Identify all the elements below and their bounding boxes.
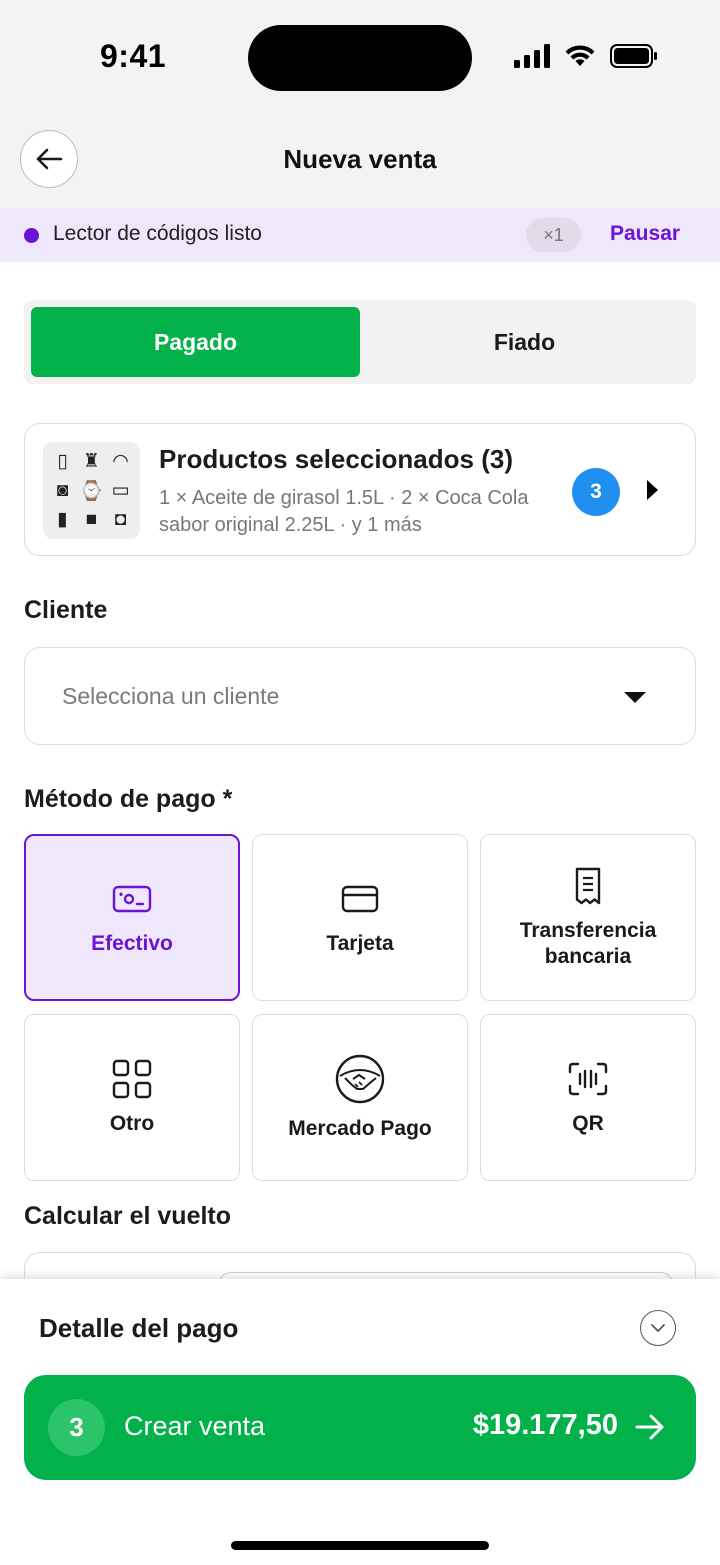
dynamic-island xyxy=(248,25,472,91)
notebook-icon: ■ xyxy=(85,508,98,530)
scan-quantity-badge[interactable]: ×1 xyxy=(526,218,581,252)
cash-icon xyxy=(112,879,152,919)
client-select-placeholder: Selecciona un cliente xyxy=(62,683,280,709)
chevron-down-icon xyxy=(651,1324,665,1332)
jar-icon: ◘ xyxy=(114,508,127,530)
expand-detail-button[interactable] xyxy=(640,1310,676,1346)
payment-option-label: Tarjeta xyxy=(326,931,394,955)
watch-icon: ⌚ xyxy=(79,480,104,502)
products-description: 1 × Aceite de girasol 1.5L · 2 × Coca Co… xyxy=(159,487,529,536)
payment-option-mercado-pago[interactable]: Mercado Pago xyxy=(252,1014,468,1181)
page-title: Nueva venta xyxy=(283,144,437,174)
status-time: 9:41 xyxy=(100,38,167,74)
phone-icon: ▯ xyxy=(57,451,68,472)
handshake-icon xyxy=(335,1054,385,1104)
toggle-fiado[interactable]: Fiado xyxy=(360,307,689,377)
wifi-icon xyxy=(565,45,595,66)
payment-summary-sheet: Detalle del pago 3 Crear venta $19.177,5… xyxy=(0,1279,720,1565)
laptop-icon: ▭ xyxy=(111,480,130,501)
change-section-label: Calcular el vuelto xyxy=(24,1202,232,1230)
payment-option-otro[interactable]: Otro xyxy=(24,1014,240,1181)
headphones-icon: ◠ xyxy=(112,451,129,472)
payment-option-label: Transferencia bancaria xyxy=(519,918,657,968)
home-indicator xyxy=(231,1541,489,1550)
sale-total: $19.177,50 xyxy=(472,1409,618,1441)
payment-option-label: QR xyxy=(572,1111,604,1135)
cellular-signal-icon xyxy=(514,44,550,68)
create-sale-button[interactable]: 3 Crear venta $19.177,50 xyxy=(24,1375,696,1480)
receipt-icon xyxy=(568,866,608,906)
payment-status-toggle: Pagado Fiado xyxy=(24,300,696,384)
card-icon xyxy=(340,879,380,919)
perfume-icon: ♜ xyxy=(82,451,101,472)
arrow-right-icon xyxy=(635,1414,664,1440)
toggle-pagado[interactable]: Pagado xyxy=(31,307,360,377)
create-sale-label: Crear venta xyxy=(124,1411,266,1441)
camera-icon: ◙ xyxy=(56,479,69,501)
chevron-down-icon xyxy=(624,692,646,703)
products-thumbnail: ▯ ♜ ◠ ◙ ⌚ ▭ ▮ ■ ◘ xyxy=(43,442,140,539)
client-section-label: Cliente xyxy=(24,596,108,624)
client-select[interactable]: Selecciona un cliente xyxy=(24,647,696,745)
header: Nueva venta xyxy=(0,120,720,208)
payment-method-label: Método de pago * xyxy=(24,785,233,813)
payment-option-label: Efectivo xyxy=(91,931,173,955)
status-icons xyxy=(514,44,658,68)
payment-detail-title: Detalle del pago xyxy=(39,1313,239,1343)
products-title: Productos seleccionados (3) xyxy=(159,444,513,474)
qr-scan-icon xyxy=(568,1059,608,1099)
products-count-badge: 3 xyxy=(572,468,620,516)
payment-option-label: Otro xyxy=(109,1111,155,1135)
grid-icon xyxy=(112,1059,152,1099)
payment-option-efectivo[interactable]: Efectivo xyxy=(24,834,240,1001)
cup-icon: ▮ xyxy=(57,509,68,530)
status-bar: 9:41 xyxy=(0,0,720,120)
chevron-right-icon xyxy=(647,480,658,500)
payment-option-transferencia[interactable]: Transferencia bancaria xyxy=(480,834,696,1001)
pause-scanner-button[interactable]: Pausar xyxy=(610,222,680,246)
battery-icon xyxy=(610,44,657,68)
payment-option-label: Mercado Pago xyxy=(288,1116,432,1140)
barcode-scanner-banner: Lector de códigos listo ×1 Pausar xyxy=(0,208,720,262)
payment-option-qr[interactable]: QR xyxy=(480,1014,696,1181)
scanner-status-text: Lector de códigos listo xyxy=(53,222,262,245)
selected-products-card[interactable]: ▯ ♜ ◠ ◙ ⌚ ▭ ▮ ■ ◘ Productos seleccionado… xyxy=(24,423,696,556)
payment-option-tarjeta[interactable]: Tarjeta xyxy=(252,834,468,1001)
cart-count-badge: 3 xyxy=(48,1399,105,1456)
scanner-status-dot xyxy=(24,228,39,243)
